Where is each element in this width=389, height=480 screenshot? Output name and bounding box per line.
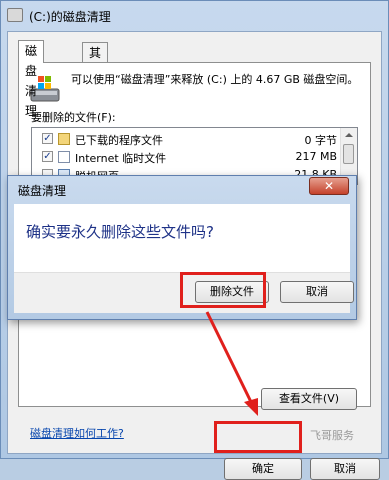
checkbox[interactable]: ✓ bbox=[42, 133, 53, 144]
window-title: (C:)的磁盘清理 bbox=[29, 10, 111, 24]
file-name: 已下载的程序文件 bbox=[75, 134, 163, 147]
file-size: 0 字节 bbox=[304, 134, 338, 147]
file-size: 217 MB bbox=[295, 150, 337, 163]
title-bar[interactable]: (C:)的磁盘清理 bbox=[1, 1, 388, 31]
description-text: 可以使用“磁盘清理”来释放 (C:) 上的 4.67 GB 磁盘空间。 bbox=[71, 73, 359, 86]
cancel-button[interactable]: 取消 bbox=[310, 458, 380, 480]
view-files-button[interactable]: 查看文件(V) bbox=[261, 388, 357, 410]
scroll-up-icon[interactable] bbox=[345, 133, 353, 137]
tab-disk-cleanup[interactable]: 磁盘清理 bbox=[18, 40, 45, 118]
document-icon bbox=[58, 151, 70, 163]
dialog-cancel-button[interactable]: 取消 bbox=[280, 281, 354, 303]
help-link[interactable]: 磁盘清理如何工作? bbox=[30, 425, 124, 441]
ok-highlight-box bbox=[214, 421, 302, 453]
ok-button[interactable]: 确定 bbox=[224, 458, 302, 480]
folder-icon bbox=[58, 133, 70, 145]
dialog-message: 确实要永久删除这些文件吗? bbox=[26, 223, 214, 241]
drive-icon bbox=[7, 8, 23, 22]
watermark: 飞哥服务 bbox=[310, 429, 354, 442]
file-name: Internet 临时文件 bbox=[75, 152, 167, 165]
files-to-delete-label: 要删除的文件(F): bbox=[31, 111, 116, 124]
list-item[interactable]: ✓ Internet 临时文件 217 MB bbox=[32, 148, 343, 166]
tab-more-options[interactable]: 其他选项 bbox=[82, 42, 109, 120]
scroll-thumb[interactable] bbox=[343, 144, 354, 164]
dialog-body: 确实要永久删除这些文件吗? bbox=[14, 204, 350, 272]
checkbox[interactable]: ✓ bbox=[42, 151, 53, 162]
dialog-title: 磁盘清理 bbox=[18, 184, 67, 198]
delete-highlight-box bbox=[180, 272, 266, 308]
list-item[interactable]: ✓ 已下载的程序文件 0 字节 bbox=[32, 130, 343, 148]
close-icon[interactable]: ✕ bbox=[309, 177, 349, 195]
